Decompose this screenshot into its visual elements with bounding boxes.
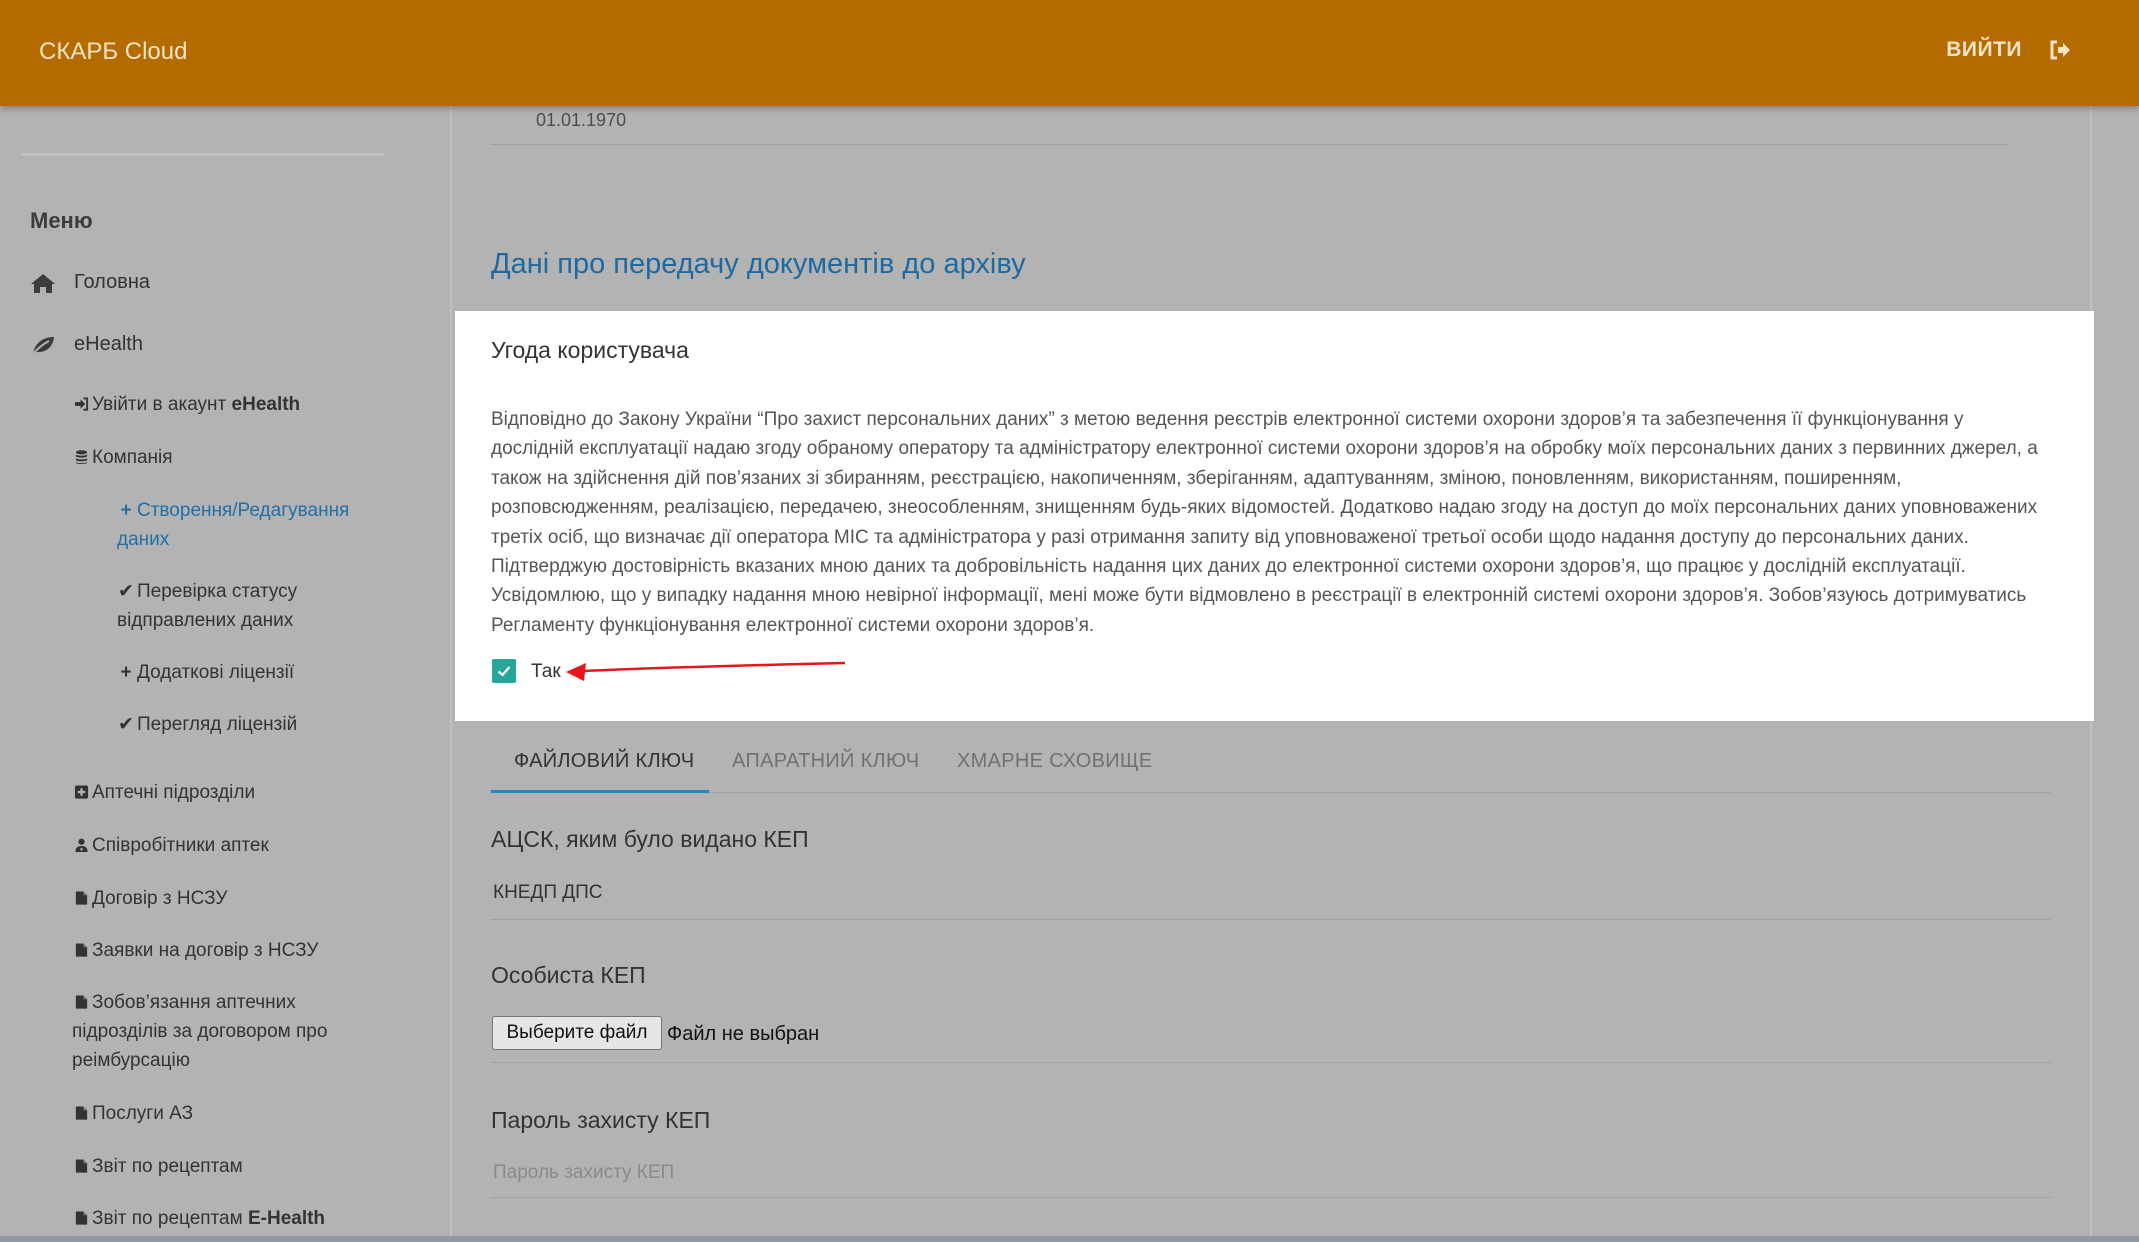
home-icon (31, 273, 55, 293)
menu-title: Меню (30, 208, 93, 233)
leaf-icon (31, 336, 54, 356)
sidebar-item-label-bold: E-Health (247, 1208, 326, 1229)
sidebar-item-label: Послуги АЗ (92, 1103, 194, 1124)
sidebar-divider (22, 153, 384, 156)
plus-icon: + (120, 662, 132, 683)
choose-file-button[interactable]: Выберите файл (492, 1016, 662, 1050)
sidebar-item-services[interactable]: Послуги АЗ (72, 1099, 382, 1128)
plus-square-icon (72, 778, 90, 807)
file-status-text: Файл не выбран (667, 1023, 820, 1045)
tab-hardware-key[interactable]: АПАРАТНИЙ КЛЮЧ (732, 750, 919, 773)
sidebar-item-label: Співробітники аптек (92, 835, 269, 856)
logout-label: ВИЙТИ (1946, 38, 2022, 61)
sidebar-item-recipe-report[interactable]: Звіт по рецептам (72, 1152, 382, 1181)
user-agreement-card: Угода користувача Відповідно до Закону У… (455, 311, 2094, 721)
sidebar-item-view-licenses[interactable]: ✔ Перегляд ліцензій (117, 710, 387, 739)
sidebar-item-obligations[interactable]: Зобов’язання аптечних підрозділів за дог… (72, 988, 382, 1075)
sidebar-item-login-ehealth[interactable]: Увійти в акаунт eHealth (72, 390, 382, 419)
sidebar-item-label: Головна (74, 271, 150, 293)
tab-file-key[interactable]: ФАЙЛОВИЙ КЛЮЧ (514, 750, 694, 773)
sidebar-item-additional-licenses[interactable]: + Додаткові ліцензії (117, 658, 387, 687)
file-icon (72, 1204, 90, 1233)
acsk-select[interactable]: КНЕДП ДПС (493, 882, 603, 904)
red-arrow-annotation (566, 661, 845, 681)
tab-cloud-storage[interactable]: ХМАРНЕ СХОВИЩЕ (957, 750, 1153, 773)
check-icon: ✔ (118, 581, 134, 602)
agreement-title: Угода користувача (491, 337, 689, 363)
sidebar-item-label: Перегляд ліцензій (137, 714, 298, 735)
active-tab-indicator (491, 790, 709, 793)
sidebar-item-label: Зобов’язання аптечних підрозділів за дог… (72, 992, 328, 1071)
window-bottom-border (0, 1236, 2139, 1242)
agreement-checkbox[interactable] (492, 659, 516, 683)
sidebar-item-label: Звіт по рецептам (92, 1208, 248, 1229)
top-bar: СКАРБ Cloud ВИЙТИ (0, 0, 2139, 106)
sidebar-item-label: Компанія (92, 447, 173, 468)
date-value: 01.01.1970 (536, 110, 627, 130)
tabs-divider (491, 792, 2051, 793)
sidebar-item-ehealth[interactable]: eHealth (30, 333, 143, 356)
sidebar-item-label: Створення/Редагування даних (117, 500, 350, 550)
personal-key-label: Особиста КЕП (491, 962, 646, 988)
file-icon (72, 884, 90, 913)
plus-icon: + (120, 500, 132, 521)
brand-title[interactable]: СКАРБ Cloud (39, 38, 187, 66)
agreement-checkbox-label[interactable]: Так (531, 661, 561, 683)
password-label: Пароль захисту КЕП (491, 1107, 711, 1133)
sidebar-item-check-status[interactable]: ✔ Перевірка статусу відправлених даних (117, 577, 387, 635)
sidebar-item-pharmacy-units[interactable]: Аптечні підрозділи (72, 778, 382, 807)
sidebar-item-label: Увійти в акаунт (92, 394, 232, 415)
sidebar-item-label: Аптечні підрозділи (92, 782, 256, 803)
divider (491, 144, 2009, 145)
file-icon (72, 1099, 90, 1128)
sidebar-item-nszu-applications[interactable]: Заявки на договір з НСЗУ (72, 936, 382, 965)
sidebar-item-label: Заявки на договір з НСЗУ (92, 940, 319, 961)
sidebar-item-nszu-contract[interactable]: Договір з НСЗУ (72, 884, 382, 913)
sidebar-item-recipe-report-ehealth[interactable]: Звіт по рецептам E-Health (72, 1204, 382, 1233)
logout-button[interactable]: ВИЙТИ (1946, 38, 2072, 62)
sidebar-item-label-bold: eHealth (231, 394, 301, 415)
sign-in-icon (72, 390, 90, 419)
sidebar-item-company[interactable]: Компанія (72, 443, 382, 472)
sidebar: Меню Головна eHealth Увійти в акаунт eHe… (0, 106, 405, 1242)
sidebar-item-home[interactable]: Головна (30, 271, 150, 294)
sidebar-item-label: eHealth (74, 333, 143, 355)
sign-out-icon (2050, 40, 2070, 60)
checkmark-icon (497, 666, 511, 677)
database-icon (72, 443, 90, 472)
acsk-label: АЦСК, яким було видано КЕП (491, 826, 809, 852)
key-type-tabs: ФАЙЛОВИЙ КЛЮЧ АПАРАТНИЙ КЛЮЧ ХМАРНЕ СХОВ… (491, 740, 2051, 794)
sidebar-item-label: Договір з НСЗУ (92, 888, 228, 909)
acsk-underline (491, 919, 2051, 920)
section-title: Дані про передачу документів до архіву (491, 248, 1026, 280)
sidebar-item-create-edit[interactable]: + Створення/Редагування даних (117, 496, 387, 554)
password-underline (491, 1197, 2051, 1198)
file-icon (72, 936, 90, 965)
sidebar-item-label: Звіт по рецептам (92, 1156, 243, 1177)
check-icon: ✔ (118, 714, 134, 735)
file-icon (72, 1152, 90, 1181)
password-input[interactable]: Пароль захисту КЕП (493, 1162, 674, 1184)
file-underline (491, 1062, 2051, 1063)
agreement-text: Відповідно до Закону України “Про захист… (491, 409, 2038, 636)
user-md-icon (72, 831, 90, 860)
sidebar-item-label: Додаткові ліцензії (137, 662, 295, 683)
sidebar-item-pharmacy-staff[interactable]: Співробітники аптек (72, 831, 382, 860)
sidebar-item-label: Перевірка статусу відправлених даних (117, 581, 298, 631)
file-icon (72, 988, 90, 1017)
